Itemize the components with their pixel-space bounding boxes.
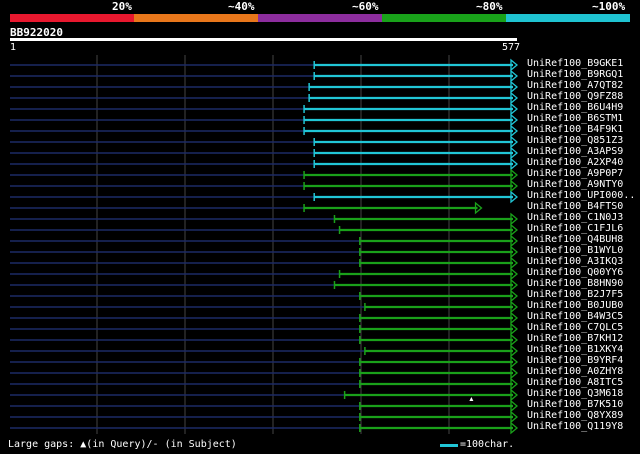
hit-label[interactable]: UniRef100_B4W3C5 <box>527 311 623 322</box>
hit-label[interactable]: UniRef100_A9P0P7 <box>527 168 623 179</box>
hit-label[interactable]: UniRef100_A0ZHY8 <box>527 366 623 377</box>
hit-label[interactable]: UniRef100_Q9FZ88 <box>527 91 623 102</box>
hit-label[interactable]: UniRef100_A9NTY0 <box>527 179 623 190</box>
subject-gap-label: - (in Subject) <box>152 439 237 450</box>
hit-label[interactable]: UniRef100_B7K510 <box>527 399 623 410</box>
hit-label[interactable]: UniRef100_C1FJL6 <box>527 223 623 234</box>
hit-label[interactable]: UniRef100_A2XP40 <box>527 157 623 168</box>
hit-label[interactable]: UniRef100_A3APS9 <box>527 146 623 157</box>
hit-label[interactable]: UniRef100_B1WYL0 <box>527 245 623 256</box>
hit-label[interactable]: UniRef100_A8ITC5 <box>527 377 623 388</box>
hit-label[interactable]: UniRef100_B0JUB0 <box>527 300 623 311</box>
hit-label[interactable]: UniRef100_B6U4H9 <box>527 102 623 113</box>
hit-label[interactable]: UniRef100_B7KH12 <box>527 333 623 344</box>
hit-label[interactable]: UniRef100_UPI000.. <box>527 190 635 201</box>
hit-label[interactable]: UniRef100_B9RGQ1 <box>527 69 623 80</box>
hit-label[interactable]: UniRef100_B4FTS0 <box>527 201 623 212</box>
hit-label[interactable]: UniRef100_B4F9K1 <box>527 124 623 135</box>
query-gap-label: (in Query)/ <box>86 439 153 450</box>
hit-label[interactable]: UniRef100_B2J7F5 <box>527 289 623 300</box>
hit-label[interactable]: UniRef100_B8HN90 <box>527 278 623 289</box>
hit-label[interactable]: UniRef100_C1N0J3 <box>527 212 623 223</box>
hit-label[interactable]: UniRef100_Q4BUH8 <box>527 234 623 245</box>
hit-label[interactable]: UniRef100_B9GKE1 <box>527 58 623 69</box>
gaps-legend: Large gaps: ▲(in Query)/- (in Subject) <box>8 439 237 450</box>
hit-label[interactable]: UniRef100_Q8YX89 <box>527 410 623 421</box>
hit-label[interactable]: UniRef100_A3IKQ3 <box>527 256 623 267</box>
scale-bar <box>440 444 458 447</box>
hit-label[interactable]: UniRef100_B1XKY4 <box>527 344 623 355</box>
hit-label[interactable]: UniRef100_B9YRF4 <box>527 355 623 366</box>
scale-label: =100char. <box>460 439 515 450</box>
hit-label[interactable]: UniRef100_Q851Z3 <box>527 135 623 146</box>
hit-label[interactable]: UniRef100_Q00YY6 <box>527 267 623 278</box>
hit-label[interactable]: UniRef100_A7QT82 <box>527 80 623 91</box>
hit-label[interactable]: UniRef100_C7QLC5 <box>527 322 623 333</box>
hit-label[interactable]: UniRef100_Q119Y8 <box>527 421 623 432</box>
hit-label[interactable]: UniRef100_B6STM1 <box>527 113 623 124</box>
query-gap-marker <box>469 397 474 401</box>
gaps-label: Large gaps: <box>8 439 75 450</box>
hit-label[interactable]: UniRef100_Q3M618 <box>527 388 623 399</box>
